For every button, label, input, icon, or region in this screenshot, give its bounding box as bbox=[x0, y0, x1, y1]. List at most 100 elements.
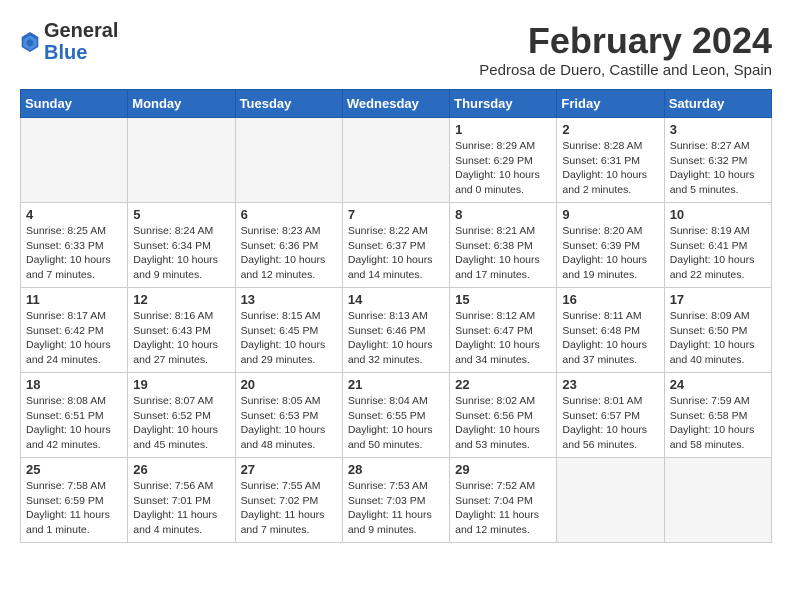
calendar-cell bbox=[128, 118, 235, 203]
day-info: Sunrise: 8:24 AM Sunset: 6:34 PM Dayligh… bbox=[133, 224, 229, 283]
calendar-cell: 5 Sunrise: 8:24 AM Sunset: 6:34 PM Daylig… bbox=[128, 203, 235, 288]
calendar-cell: 23 Sunrise: 8:01 AM Sunset: 6:57 PM Dayli… bbox=[557, 373, 664, 458]
day-info: Sunrise: 8:04 AM Sunset: 6:55 PM Dayligh… bbox=[348, 394, 444, 453]
day-number: 25 bbox=[26, 462, 122, 477]
day-info: Sunrise: 8:09 AM Sunset: 6:50 PM Dayligh… bbox=[670, 309, 766, 368]
day-number: 27 bbox=[241, 462, 337, 477]
calendar-cell: 2Sunrise: 8:28 AM Sunset: 6:31 PM Daylig… bbox=[557, 118, 664, 203]
day-info: Sunrise: 8:19 AM Sunset: 6:41 PM Dayligh… bbox=[670, 224, 766, 283]
day-info: Sunrise: 8:05 AM Sunset: 6:53 PM Dayligh… bbox=[241, 394, 337, 453]
logo-icon bbox=[20, 30, 40, 54]
day-number: 8 bbox=[455, 207, 551, 222]
calendar-cell: 26 Sunrise: 7:56 AM Sunset: 7:01 PM Dayli… bbox=[128, 458, 235, 543]
day-info: Sunrise: 8:16 AM Sunset: 6:43 PM Dayligh… bbox=[133, 309, 229, 368]
calendar-cell: 19Sunrise: 8:07 AM Sunset: 6:52 PM Dayli… bbox=[128, 373, 235, 458]
calendar-cell: 18 Sunrise: 8:08 AM Sunset: 6:51 PM Dayli… bbox=[21, 373, 128, 458]
day-info: Sunrise: 8:15 AM Sunset: 6:45 PM Dayligh… bbox=[241, 309, 337, 368]
day-info: Sunrise: 7:56 AM Sunset: 7:01 PM Dayligh… bbox=[133, 479, 229, 538]
day-info: Sunrise: 8:28 AM Sunset: 6:31 PM Dayligh… bbox=[562, 139, 658, 198]
calendar-week-row: 1 Sunrise: 8:29 AM Sunset: 6:29 PM Daylig… bbox=[21, 118, 772, 203]
day-number: 28 bbox=[348, 462, 444, 477]
day-info: Sunrise: 8:21 AM Sunset: 6:38 PM Dayligh… bbox=[455, 224, 551, 283]
day-number: 11 bbox=[26, 292, 122, 307]
calendar-cell: 11 Sunrise: 8:17 AM Sunset: 6:42 PM Dayli… bbox=[21, 288, 128, 373]
day-number: 24 bbox=[670, 377, 766, 392]
calendar-cell: 24 Sunrise: 7:59 AM Sunset: 6:58 PM Dayli… bbox=[664, 373, 771, 458]
calendar-cell: 10 Sunrise: 8:19 AM Sunset: 6:41 PM Dayli… bbox=[664, 203, 771, 288]
calendar-cell: 14 Sunrise: 8:13 AM Sunset: 6:46 PM Dayli… bbox=[342, 288, 449, 373]
day-info: Sunrise: 8:02 AM Sunset: 6:56 PM Dayligh… bbox=[455, 394, 551, 453]
calendar-cell bbox=[664, 458, 771, 543]
day-info: Sunrise: 8:17 AM Sunset: 6:42 PM Dayligh… bbox=[26, 309, 122, 368]
day-number: 7 bbox=[348, 207, 444, 222]
day-info: Sunrise: 8:23 AM Sunset: 6:36 PM Dayligh… bbox=[241, 224, 337, 283]
day-number: 13 bbox=[241, 292, 337, 307]
calendar-cell: 7Sunrise: 8:22 AM Sunset: 6:37 PM Daylig… bbox=[342, 203, 449, 288]
day-number: 26 bbox=[133, 462, 229, 477]
calendar-body: 1 Sunrise: 8:29 AM Sunset: 6:29 PM Daylig… bbox=[21, 118, 772, 543]
day-info: Sunrise: 7:52 AM Sunset: 7:04 PM Dayligh… bbox=[455, 479, 551, 538]
day-number: 17 bbox=[670, 292, 766, 307]
calendar-cell: 16 Sunrise: 8:11 AM Sunset: 6:48 PM Dayli… bbox=[557, 288, 664, 373]
calendar-cell: 20Sunrise: 8:05 AM Sunset: 6:53 PM Dayli… bbox=[235, 373, 342, 458]
calendar-cell bbox=[557, 458, 664, 543]
day-number: 22 bbox=[455, 377, 551, 392]
day-number: 3 bbox=[670, 122, 766, 137]
day-number: 6 bbox=[241, 207, 337, 222]
day-number: 5 bbox=[133, 207, 229, 222]
weekday-header-thursday: Thursday bbox=[450, 90, 557, 118]
calendar-cell: 29Sunrise: 7:52 AM Sunset: 7:04 PM Dayli… bbox=[450, 458, 557, 543]
day-number: 16 bbox=[562, 292, 658, 307]
calendar-cell: 28Sunrise: 7:53 AM Sunset: 7:03 PM Dayli… bbox=[342, 458, 449, 543]
day-info: Sunrise: 8:13 AM Sunset: 6:46 PM Dayligh… bbox=[348, 309, 444, 368]
day-number: 14 bbox=[348, 292, 444, 307]
weekday-header-tuesday: Tuesday bbox=[235, 90, 342, 118]
calendar-cell: 17 Sunrise: 8:09 AM Sunset: 6:50 PM Dayli… bbox=[664, 288, 771, 373]
day-info: Sunrise: 8:20 AM Sunset: 6:39 PM Dayligh… bbox=[562, 224, 658, 283]
calendar-week-row: 18 Sunrise: 8:08 AM Sunset: 6:51 PM Dayli… bbox=[21, 373, 772, 458]
calendar-table: SundayMondayTuesdayWednesdayThursdayFrid… bbox=[20, 89, 772, 543]
day-number: 18 bbox=[26, 377, 122, 392]
calendar-cell: 12 Sunrise: 8:16 AM Sunset: 6:43 PM Dayli… bbox=[128, 288, 235, 373]
title-section: February 2024 Pedrosa de Duero, Castille… bbox=[479, 20, 772, 79]
location-title: Pedrosa de Duero, Castille and Leon, Spa… bbox=[479, 62, 772, 79]
day-info: Sunrise: 8:29 AM Sunset: 6:29 PM Dayligh… bbox=[455, 139, 551, 198]
calendar-cell: 27 Sunrise: 7:55 AM Sunset: 7:02 PM Dayli… bbox=[235, 458, 342, 543]
weekday-header-friday: Friday bbox=[557, 90, 664, 118]
day-info: Sunrise: 7:59 AM Sunset: 6:58 PM Dayligh… bbox=[670, 394, 766, 453]
day-info: Sunrise: 8:11 AM Sunset: 6:48 PM Dayligh… bbox=[562, 309, 658, 368]
day-number: 1 bbox=[455, 122, 551, 137]
calendar-cell: 22 Sunrise: 8:02 AM Sunset: 6:56 PM Dayli… bbox=[450, 373, 557, 458]
day-info: Sunrise: 8:08 AM Sunset: 6:51 PM Dayligh… bbox=[26, 394, 122, 453]
weekday-header-sunday: Sunday bbox=[21, 90, 128, 118]
calendar-header-row: SundayMondayTuesdayWednesdayThursdayFrid… bbox=[21, 90, 772, 118]
calendar-week-row: 25 Sunrise: 7:58 AM Sunset: 6:59 PM Dayli… bbox=[21, 458, 772, 543]
calendar-week-row: 4Sunrise: 8:25 AM Sunset: 6:33 PM Daylig… bbox=[21, 203, 772, 288]
logo: General Blue bbox=[20, 20, 118, 64]
calendar-cell: 4Sunrise: 8:25 AM Sunset: 6:33 PM Daylig… bbox=[21, 203, 128, 288]
calendar-cell: 8 Sunrise: 8:21 AM Sunset: 6:38 PM Daylig… bbox=[450, 203, 557, 288]
day-info: Sunrise: 7:58 AM Sunset: 6:59 PM Dayligh… bbox=[26, 479, 122, 538]
day-number: 12 bbox=[133, 292, 229, 307]
header: General Blue February 2024 Pedrosa de Du… bbox=[20, 20, 772, 79]
day-number: 10 bbox=[670, 207, 766, 222]
weekday-header-monday: Monday bbox=[128, 90, 235, 118]
day-number: 9 bbox=[562, 207, 658, 222]
day-number: 15 bbox=[455, 292, 551, 307]
calendar-cell: 21Sunrise: 8:04 AM Sunset: 6:55 PM Dayli… bbox=[342, 373, 449, 458]
day-number: 4 bbox=[26, 207, 122, 222]
day-info: Sunrise: 8:01 AM Sunset: 6:57 PM Dayligh… bbox=[562, 394, 658, 453]
day-info: Sunrise: 8:12 AM Sunset: 6:47 PM Dayligh… bbox=[455, 309, 551, 368]
calendar-cell bbox=[235, 118, 342, 203]
weekday-header-wednesday: Wednesday bbox=[342, 90, 449, 118]
calendar-cell: 1 Sunrise: 8:29 AM Sunset: 6:29 PM Daylig… bbox=[450, 118, 557, 203]
weekday-header-saturday: Saturday bbox=[664, 90, 771, 118]
calendar-cell: 25 Sunrise: 7:58 AM Sunset: 6:59 PM Dayli… bbox=[21, 458, 128, 543]
logo-text: General Blue bbox=[44, 20, 118, 64]
calendar-cell: 13 Sunrise: 8:15 AM Sunset: 6:45 PM Dayli… bbox=[235, 288, 342, 373]
day-number: 19 bbox=[133, 377, 229, 392]
day-number: 23 bbox=[562, 377, 658, 392]
day-info: Sunrise: 7:55 AM Sunset: 7:02 PM Dayligh… bbox=[241, 479, 337, 538]
calendar-cell: 9 Sunrise: 8:20 AM Sunset: 6:39 PM Daylig… bbox=[557, 203, 664, 288]
day-info: Sunrise: 8:27 AM Sunset: 6:32 PM Dayligh… bbox=[670, 139, 766, 198]
